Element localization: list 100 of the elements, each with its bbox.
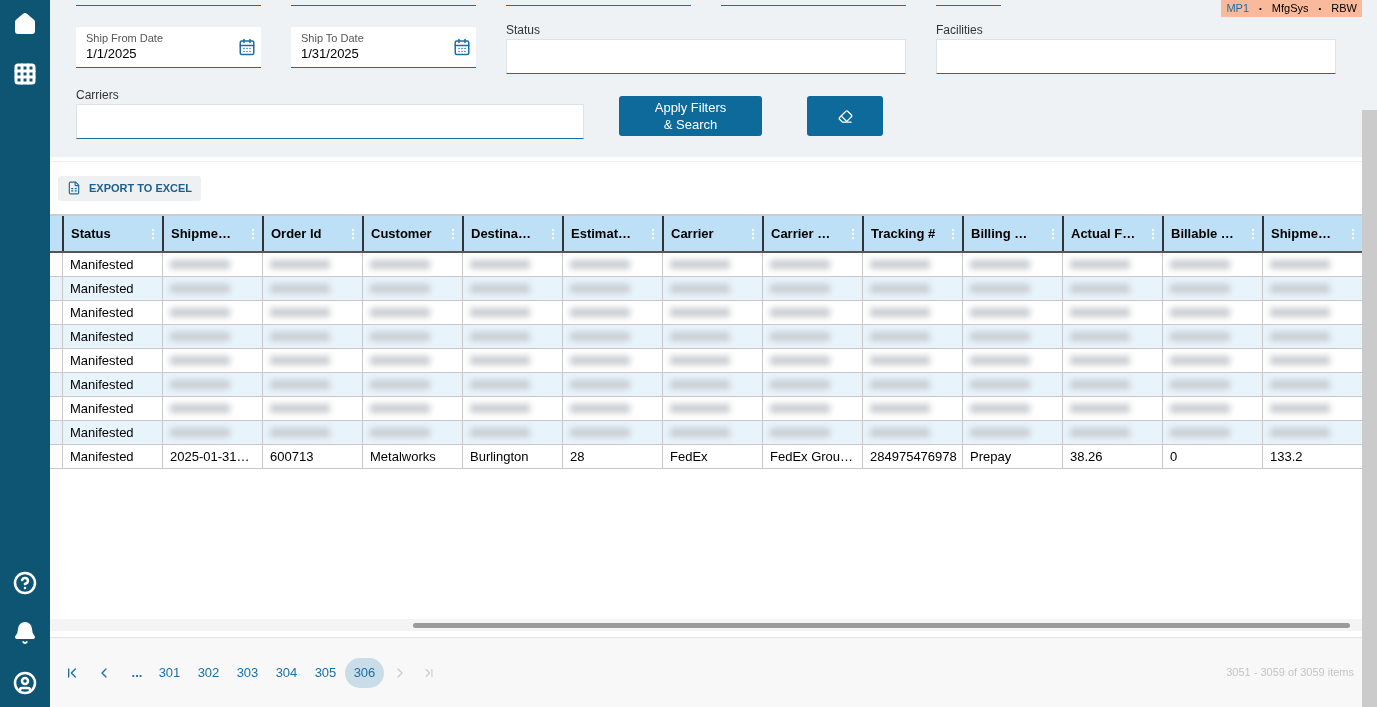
redacted-text <box>570 260 630 269</box>
field-label: Ship From Date <box>86 32 165 45</box>
redacted-text <box>270 380 330 389</box>
column-header[interactable]: Estimat… <box>562 216 662 251</box>
horizontal-scrollbar[interactable] <box>50 619 1362 631</box>
column-header[interactable]: Carrier … <box>762 216 862 251</box>
column-header[interactable]: Customer <box>362 216 462 251</box>
redacted-text <box>570 404 630 413</box>
column-header[interactable]: Status <box>62 216 162 251</box>
table-row[interactable]: Manifested <box>50 373 1362 397</box>
home-icon[interactable] <box>13 12 37 36</box>
redacted-text <box>370 356 430 365</box>
badge-text: MfgSys <box>1271 1 1309 17</box>
table-row[interactable]: Manifested <box>50 301 1362 325</box>
redacted-text <box>270 404 330 413</box>
redacted-text <box>170 380 230 389</box>
column-header[interactable]: Order Id <box>262 216 362 251</box>
redacted-text <box>870 284 930 293</box>
table-cell-text: Manifested <box>70 423 134 442</box>
table-cell-text: 133.2 <box>1270 447 1303 466</box>
table-row[interactable]: Manifested <box>50 349 1362 373</box>
export-excel-button[interactable]: EXPORT TO EXCEL <box>58 175 202 201</box>
page-button[interactable]: 303 <box>228 657 267 688</box>
date-field[interactable]: Ship From Date 1/1/2025 <box>76 27 261 68</box>
table-cell-text: Manifested <box>70 255 134 274</box>
redacted-text <box>470 332 530 341</box>
user-icon[interactable] <box>13 671 37 695</box>
redacted-text <box>1070 284 1130 293</box>
vertical-scrollbar[interactable] <box>1362 110 1377 707</box>
redacted-text <box>1270 284 1330 293</box>
page-button[interactable]: 306 <box>345 657 384 688</box>
column-header[interactable]: Shipme… <box>162 216 262 251</box>
table-row[interactable]: Manifested <box>50 421 1362 445</box>
redacted-text <box>170 356 230 365</box>
table-cell-text: 2025-01-31… <box>170 447 250 466</box>
column-header[interactable]: Actual F… <box>1062 216 1162 251</box>
redacted-text <box>870 332 930 341</box>
redacted-text <box>1270 380 1330 389</box>
calendar-icon[interactable] <box>453 38 471 56</box>
clear-filters-button[interactable] <box>807 96 883 136</box>
redacted-text <box>170 260 230 269</box>
page-button[interactable]: 305 <box>306 657 345 688</box>
column-header[interactable]: Destina… <box>462 216 562 251</box>
column-header[interactable]: Carrier <box>662 216 762 251</box>
table-cell-text: Manifested <box>70 303 134 322</box>
scrollbar-thumb[interactable] <box>413 622 1350 628</box>
redacted-text <box>570 332 630 341</box>
redacted-text <box>670 404 730 413</box>
column-header[interactable]: Billing … <box>962 216 1062 251</box>
redacted-text <box>1270 428 1330 437</box>
redacted-text <box>1070 356 1130 365</box>
apps-grid-icon[interactable] <box>13 62 37 86</box>
table-cell-text: Manifested <box>70 447 134 466</box>
bell-icon[interactable] <box>13 621 37 645</box>
redacted-text <box>270 356 330 365</box>
redacted-text <box>1270 356 1330 365</box>
redacted-text <box>770 380 830 389</box>
table-row[interactable]: Manifested <box>50 325 1362 349</box>
column-header[interactable]: Shipme… <box>1262 216 1362 251</box>
page-button[interactable]: 301 <box>150 657 189 688</box>
redacted-text <box>670 284 730 293</box>
date-field[interactable]: Ship To Date 1/31/2025 <box>291 27 476 68</box>
redacted-text <box>370 260 430 269</box>
table-row[interactable]: Manifested 2025-01-31… 600713 Metalworks Burlington 28 FedEx FedEx Grou… 284975476978 Prepay 38.26 0 133.2 <box>50 445 1362 469</box>
redacted-text <box>470 380 530 389</box>
calendar-icon[interactable] <box>238 38 256 56</box>
redacted-text <box>770 260 830 269</box>
redacted-text <box>470 260 530 269</box>
redacted-text <box>1270 404 1330 413</box>
table-row[interactable]: Manifested <box>50 253 1362 277</box>
redacted-text <box>770 428 830 437</box>
table-cell-text: FedEx Grou… <box>770 447 854 466</box>
more-pages-link[interactable]: ... <box>124 662 150 683</box>
redacted-text <box>1170 284 1230 293</box>
redacted-text <box>370 284 430 293</box>
column-header[interactable]: Tracking # <box>862 216 962 251</box>
redacted-text <box>670 428 730 437</box>
redacted-text <box>370 308 430 317</box>
table-row[interactable]: Manifested <box>50 277 1362 301</box>
redacted-text <box>870 356 930 365</box>
redacted-text <box>570 428 630 437</box>
redacted-text <box>270 332 330 341</box>
redacted-text <box>770 356 830 365</box>
table-cell-text: Manifested <box>70 375 134 394</box>
redacted-text <box>370 404 430 413</box>
redacted-text <box>470 308 530 317</box>
table-row[interactable]: Manifested <box>50 397 1362 421</box>
redacted-text <box>970 284 1030 293</box>
table-cell-text: 0 <box>1170 447 1178 466</box>
help-icon[interactable] <box>13 571 37 595</box>
page-button[interactable]: 302 <box>189 657 228 688</box>
excel-icon <box>67 181 81 195</box>
page-button[interactable]: 304 <box>267 657 306 688</box>
redacted-text <box>670 332 730 341</box>
redacted-text <box>1270 308 1330 317</box>
apply-filters-button[interactable]: Apply Filters & Search <box>619 96 762 136</box>
table-cell-text: Metalworks <box>370 447 436 466</box>
redacted-text <box>1070 404 1130 413</box>
redacted-text <box>470 284 530 293</box>
column-header[interactable]: Billable … <box>1162 216 1262 251</box>
